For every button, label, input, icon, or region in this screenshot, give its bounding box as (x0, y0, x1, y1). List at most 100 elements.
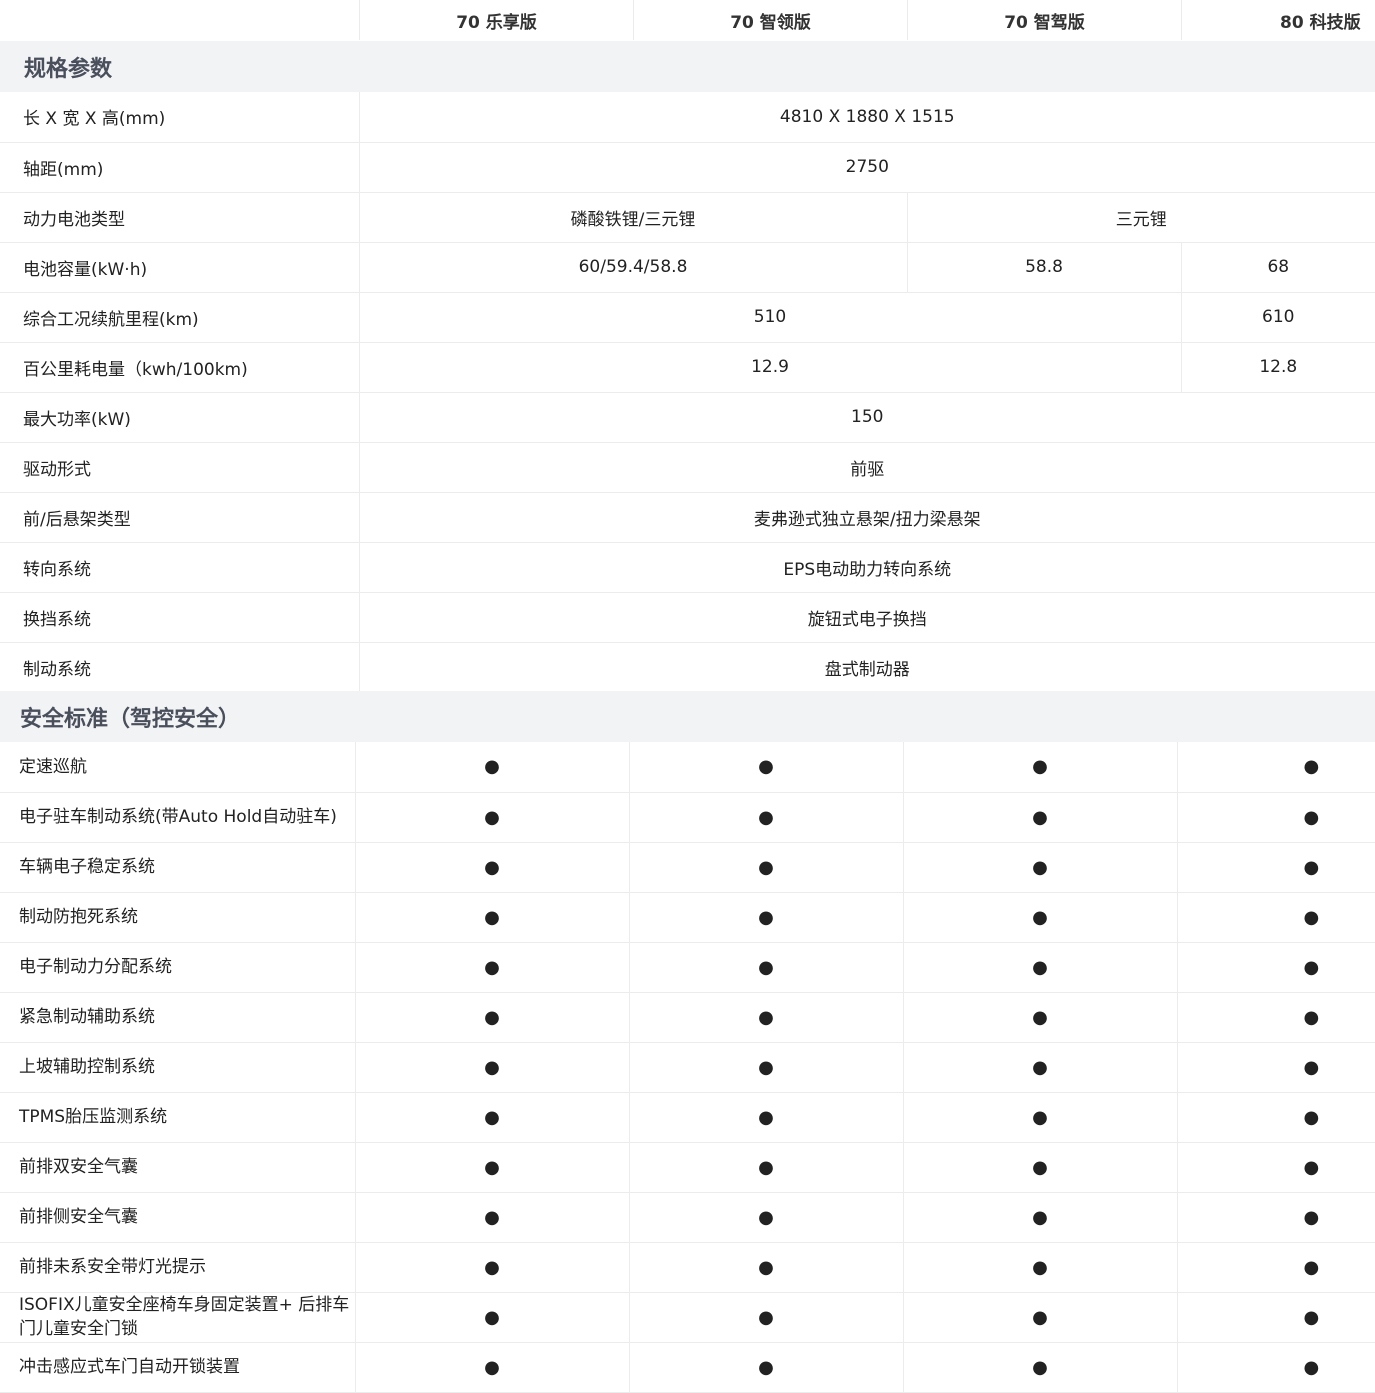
safety-row: 前排未系安全带灯光提示 ● ● ● ● (0, 1242, 1375, 1293)
section-title-safety: 安全标准（驾控安全） (0, 691, 1375, 742)
safety-label: 定速巡航 (0, 742, 356, 793)
spec-label: 换挡系统 (0, 592, 360, 643)
spec-value: 4810 X 1880 X 1515 (358, 92, 1375, 143)
spec-value: 610 (1180, 292, 1375, 343)
standard-feature-dot: ● (1032, 1006, 1048, 1028)
spec-value: 510 (358, 292, 1181, 343)
safety-label: ISOFIX儿童安全座椅车身固定装置+ 后排车门儿童安全门锁 (0, 1292, 356, 1343)
safety-label: 电子制动力分配系统 (0, 942, 356, 993)
standard-feature-dot: ● (1032, 1206, 1048, 1228)
standard-feature-dot: ● (1303, 1256, 1320, 1278)
standard-feature-dot: ● (758, 856, 774, 878)
spec-value: 150 (358, 392, 1375, 443)
standard-feature-dot: ● (1303, 1306, 1320, 1328)
standard-feature-dot: ● (1032, 1056, 1048, 1078)
spec-label: 轴距(mm) (0, 142, 360, 193)
safety-row: 制动防抱死系统 ● ● ● ● (0, 892, 1375, 943)
standard-feature-dot: ● (484, 906, 500, 928)
spec-label: 动力电池类型 (0, 192, 360, 243)
standard-feature-dot: ● (758, 1006, 774, 1028)
spec-row: 动力电池类型 磷酸铁锂/三元锂 三元锂 (0, 192, 1375, 243)
spec-row: 百公里耗电量（kwh/100km) 12.9 12.8 (0, 342, 1375, 393)
spec-value: 12.8 (1180, 342, 1375, 393)
safety-row: 车辆电子稳定系统 ● ● ● ● (0, 842, 1375, 893)
standard-feature-dot: ● (484, 856, 500, 878)
spec-row: 转向系统 EPS电动助力转向系统 (0, 542, 1375, 593)
spec-row: 最大功率(kW) 150 (0, 392, 1375, 443)
spec-row: 制动系统 盘式制动器 (0, 642, 1375, 693)
standard-feature-dot: ● (758, 1306, 774, 1328)
standard-feature-dot: ● (758, 906, 774, 928)
spec-label: 转向系统 (0, 542, 360, 593)
safety-label: 紧急制动辅助系统 (0, 992, 356, 1043)
standard-feature-dot: ● (758, 1256, 774, 1278)
spec-value: 60/59.4/58.8 (358, 242, 907, 293)
spec-label: 驱动形式 (0, 442, 360, 493)
spec-label: 长 X 宽 X 高(mm) (0, 92, 360, 143)
standard-feature-dot: ● (484, 1006, 500, 1028)
standard-feature-dot: ● (1032, 806, 1048, 828)
standard-feature-dot: ● (1032, 1256, 1048, 1278)
safety-row: 冲击感应式车门自动开锁装置 ● ● ● ● (0, 1342, 1375, 1393)
spec-value: 前驱 (358, 442, 1375, 493)
safety-row: 定速巡航 ● ● ● ● (0, 742, 1375, 793)
spec-row: 电池容量(kW·h) 60/59.4/58.8 58.8 68 (0, 242, 1375, 293)
standard-feature-dot: ● (1032, 756, 1048, 778)
safety-label: TPMS胎压监测系统 (0, 1092, 356, 1143)
spec-value: 2750 (358, 142, 1375, 193)
standard-feature-dot: ● (1303, 856, 1320, 878)
standard-feature-dot: ● (1032, 856, 1048, 878)
standard-feature-dot: ● (1303, 956, 1320, 978)
standard-feature-dot: ● (758, 1206, 774, 1228)
safety-label: 前排侧安全气囊 (0, 1192, 356, 1243)
spec-value: 旋钮式电子换挡 (358, 592, 1375, 643)
standard-feature-dot: ● (758, 1106, 774, 1128)
spec-label: 制动系统 (0, 642, 360, 693)
standard-feature-dot: ● (484, 956, 500, 978)
standard-feature-dot: ● (484, 1156, 500, 1178)
spec-value: 68 (1180, 242, 1375, 293)
trim-header-row: 70 乐享版 70 智领版 70 智驾版 80 科技版 (0, 0, 1375, 40)
standard-feature-dot: ● (1032, 1356, 1048, 1378)
standard-feature-dot: ● (1303, 1206, 1320, 1228)
section-title-specs: 规格参数 (0, 41, 1375, 92)
standard-feature-dot: ● (758, 806, 774, 828)
standard-feature-dot: ● (484, 1306, 500, 1328)
standard-feature-dot: ● (758, 1156, 774, 1178)
standard-feature-dot: ● (1303, 1156, 1320, 1178)
safety-row: 前排侧安全气囊 ● ● ● ● (0, 1192, 1375, 1243)
spec-label: 电池容量(kW·h) (0, 242, 360, 293)
safety-label: 车辆电子稳定系统 (0, 842, 356, 893)
safety-row: ISOFIX儿童安全座椅车身固定装置+ 后排车门儿童安全门锁 ● ● ● ● (0, 1292, 1375, 1343)
standard-feature-dot: ● (758, 756, 774, 778)
safety-row: 紧急制动辅助系统 ● ● ● ● (0, 992, 1375, 1043)
standard-feature-dot: ● (1032, 1156, 1048, 1178)
standard-feature-dot: ● (758, 1356, 774, 1378)
safety-label: 制动防抱死系统 (0, 892, 356, 943)
spec-value: EPS电动助力转向系统 (358, 542, 1375, 593)
safety-label: 前排未系安全带灯光提示 (0, 1242, 356, 1293)
trim-column-header: 70 智驾版 (907, 0, 1181, 40)
spec-row: 综合工况续航里程(km) 510 610 (0, 292, 1375, 343)
spec-row: 前/后悬架类型 麦弗逊式独立悬架/扭力梁悬架 (0, 492, 1375, 543)
spec-row: 换挡系统 旋钮式电子换挡 (0, 592, 1375, 643)
standard-feature-dot: ● (1303, 1106, 1320, 1128)
standard-feature-dot: ● (1032, 906, 1048, 928)
safety-row: 上坡辅助控制系统 ● ● ● ● (0, 1042, 1375, 1093)
safety-label: 前排双安全气囊 (0, 1142, 356, 1193)
standard-feature-dot: ● (484, 1256, 500, 1278)
standard-feature-dot: ● (1303, 1056, 1320, 1078)
standard-feature-dot: ● (1032, 956, 1048, 978)
standard-feature-dot: ● (1032, 1306, 1048, 1328)
safety-table: 定速巡航 ● ● ● ● 电子驻车制动系统(带Auto Hold自动驻车) ● ● ● ● 车辆电子… (0, 742, 1375, 1393)
spec-value: 58.8 (906, 242, 1181, 293)
spec-label: 前/后悬架类型 (0, 492, 360, 543)
standard-feature-dot: ● (484, 806, 500, 828)
standard-feature-dot: ● (1303, 906, 1320, 928)
safety-row: 电子驻车制动系统(带Auto Hold自动驻车) ● ● ● ● (0, 792, 1375, 843)
spec-row: 长 X 宽 X 高(mm) 4810 X 1880 X 1515 (0, 92, 1375, 143)
standard-feature-dot: ● (1303, 1356, 1320, 1378)
spec-row: 驱动形式 前驱 (0, 442, 1375, 493)
standard-feature-dot: ● (484, 1056, 500, 1078)
standard-feature-dot: ● (1303, 806, 1320, 828)
